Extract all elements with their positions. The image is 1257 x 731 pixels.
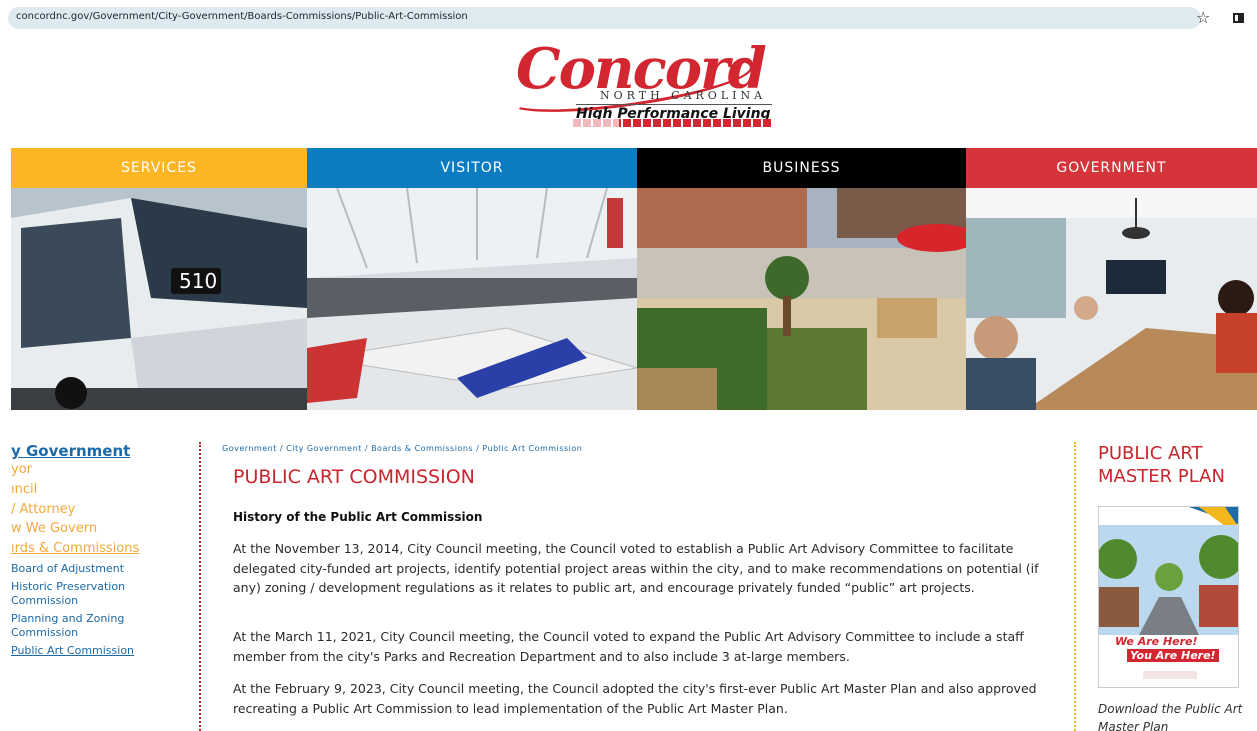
logo-rule (576, 104, 772, 105)
nav-label-business[interactable]: BUSINESS (637, 148, 966, 188)
sidebar-item-council[interactable]: ıncil (11, 482, 37, 497)
nav-tile-services[interactable]: SERVICES 510 (11, 148, 307, 410)
nav-tile-visitor[interactable]: VISITOR (307, 148, 637, 410)
history-paragraph-2: At the March 11, 2021, City Council meet… (233, 629, 1024, 664)
sidebar-item-city-attorney[interactable]: / Attorney (11, 502, 75, 517)
sidebar-item-boards-commissions[interactable]: ırds & Commissions (11, 541, 139, 556)
logo-state: NORTH CAROLINA (600, 89, 767, 102)
business-streetscape-photo (637, 188, 966, 410)
sidebar-subitem-public-art-commission[interactable]: Public Art Commission (11, 644, 151, 658)
browser-toolbar: concordnc.gov/Government/City-Government… (0, 0, 1257, 36)
section-heading: History of the Public Art Commission (233, 510, 483, 524)
page-title: PUBLIC ART COMMISSION (233, 466, 475, 488)
services-bus-photo: 510 (11, 188, 307, 410)
master-plan-title: PUBLIC ART MASTER PLAN (1098, 443, 1225, 487)
master-plan-cover[interactable]: We Are Here! You Are Here! (1098, 506, 1239, 688)
sidebar-subitem-board-of-adjustment[interactable]: Board of Adjustment (11, 562, 151, 576)
nav-tile-business[interactable]: BUSINESS (637, 148, 966, 410)
nav-label-visitor[interactable]: VISITOR (307, 148, 637, 188)
history-paragraph-1: At the November 13, 2014, City Council m… (233, 541, 1039, 595)
history-paragraph-3: At the February 9, 2023, City Council me… (233, 681, 1037, 716)
cover-headline-2: You Are Here! (1127, 649, 1219, 662)
nav-label-government[interactable]: GOVERNMENT (966, 148, 1257, 188)
sidebar-subitem-planning-zoning[interactable]: Planning and Zoning Commission (11, 612, 151, 640)
breadcrumb[interactable]: Government / City Government / Boards & … (222, 444, 582, 453)
svg-text:510: 510 (179, 269, 217, 293)
nav-tile-government[interactable]: GOVERNMENT (966, 148, 1257, 410)
sidebar-title-city-government[interactable]: y Government (11, 442, 130, 460)
sidebar-item-how-we-govern[interactable]: w We Govern (11, 521, 97, 536)
left-divider (199, 442, 201, 731)
government-meeting-photo (966, 188, 1257, 410)
nav-label-services[interactable]: SERVICES (11, 148, 307, 188)
cover-headline-1: We Are Here! (1115, 635, 1198, 648)
right-divider (1074, 442, 1076, 731)
side-panel-icon[interactable] (1233, 13, 1244, 23)
sidebar-subitem-historic-preservation[interactable]: Historic Preservation Commission (11, 580, 151, 608)
visitor-hangar-photo (307, 188, 637, 410)
site-logo[interactable]: Concord NORTH CAROLINA High Performance … (500, 36, 780, 134)
logo-stripe (573, 119, 772, 127)
master-plan-download-link[interactable]: Download the Public Art Master Plan (1098, 700, 1256, 731)
url-text[interactable]: concordnc.gov/Government/City-Government… (16, 11, 468, 22)
bookmark-star-icon[interactable]: ☆ (1196, 8, 1210, 27)
sidebar-item-mayor[interactable]: yor (11, 462, 32, 477)
